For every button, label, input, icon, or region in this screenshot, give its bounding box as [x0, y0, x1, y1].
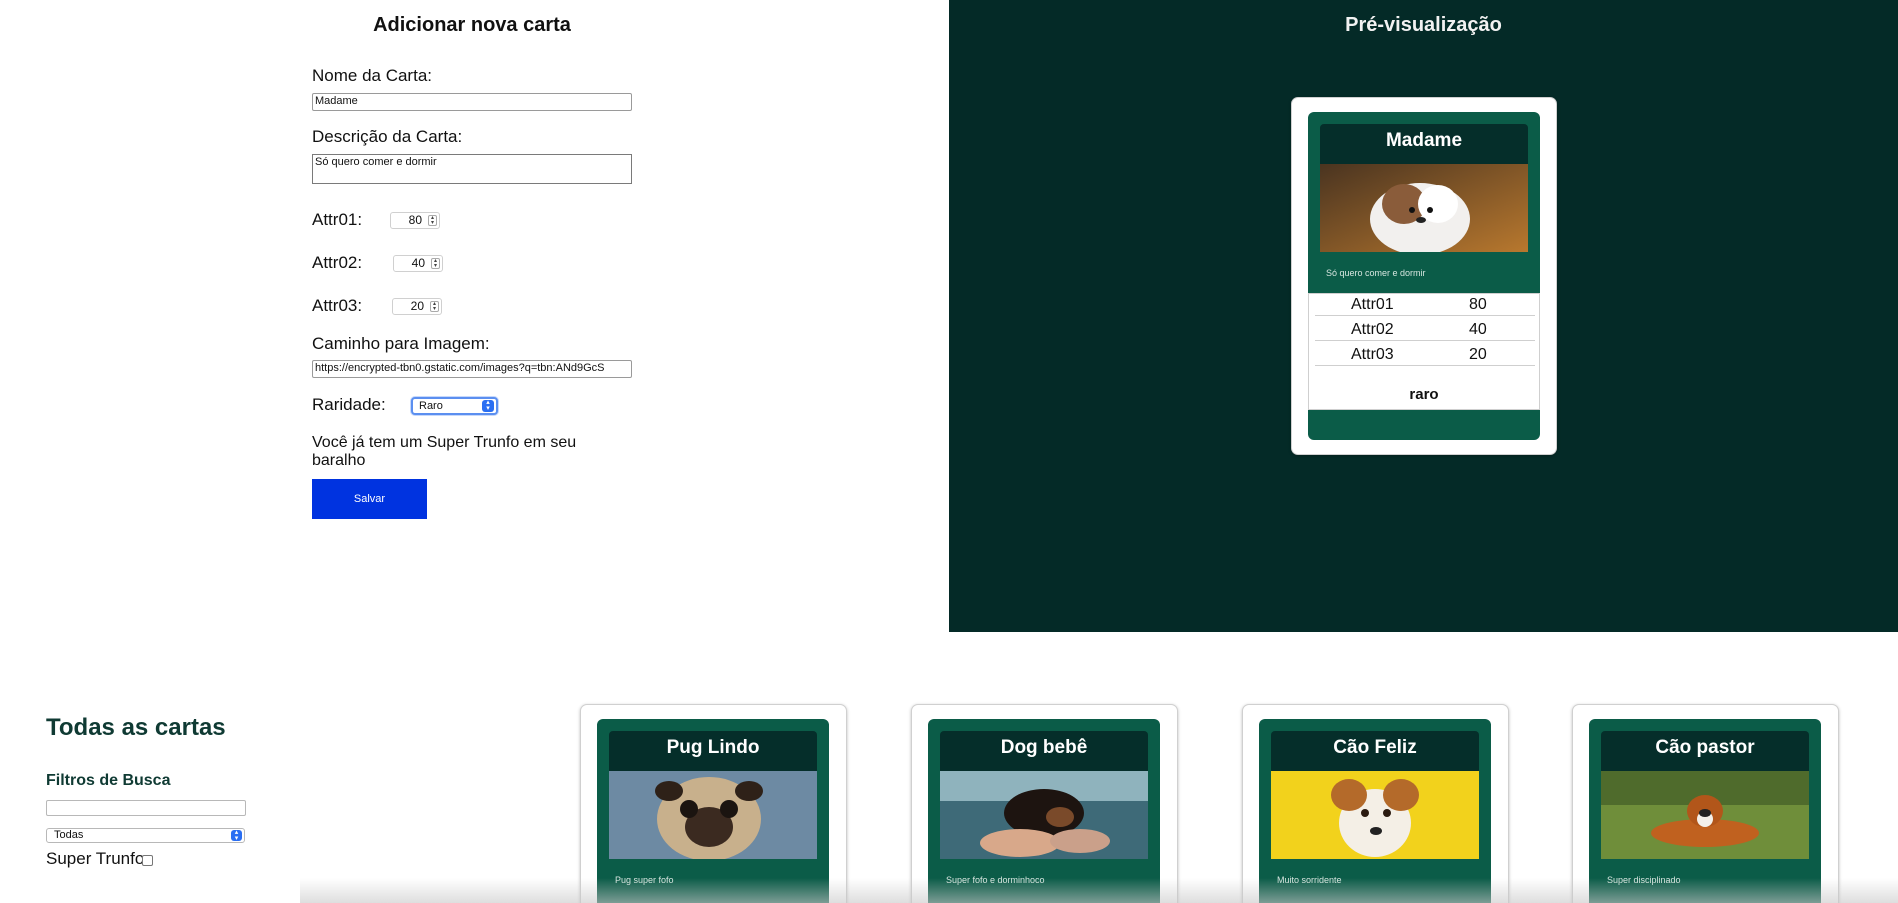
dog-photo	[1320, 164, 1528, 252]
happy-dog-photo	[1271, 771, 1479, 859]
chevron-updown-icon: ▴ ▾	[482, 399, 494, 412]
puppy-photo	[940, 771, 1148, 859]
chevron-updown-icon: ▴ ▾	[231, 829, 242, 842]
card-name-input[interactable]: Madame	[312, 93, 632, 111]
card-name-label: Nome da Carta:	[312, 66, 432, 85]
preview-title: Pré-visualização	[1345, 14, 1502, 36]
preview-card-body: Madame Só quero comer e dormir Attr01 80…	[1308, 112, 1540, 440]
stepper-icon[interactable]: ▴ ▾	[431, 258, 440, 269]
bottom-shadow	[300, 878, 1898, 903]
filters-title: Filtros de Busca	[46, 772, 171, 789]
pug-photo	[609, 771, 817, 859]
image-path-input[interactable]: https://encrypted-tbn0.gstatic.com/image…	[312, 360, 632, 378]
attr-row: Attr01 80	[1315, 294, 1535, 316]
card-description-textarea[interactable]: Só quero comer e dormir	[312, 154, 632, 184]
attr-value: 80	[1469, 296, 1487, 313]
card-image	[609, 771, 817, 859]
attr1-value: 80	[408, 213, 422, 227]
boxer-photo	[1601, 771, 1809, 859]
card-item: Cão Feliz Muito sorridente	[1242, 704, 1509, 903]
card-body: Cão Feliz Muito sorridente	[1259, 719, 1491, 903]
card-description-label: Descrição da Carta:	[312, 127, 463, 146]
preview-card-name: Madame	[1320, 124, 1528, 164]
preview-card-image	[1320, 164, 1528, 252]
card-name: Cão Feliz	[1271, 731, 1479, 771]
card-image	[1601, 771, 1809, 859]
preview-card-description: Só quero comer e dormir	[1326, 268, 1426, 278]
image-path-label: Caminho para Imagem:	[312, 334, 490, 353]
card-image	[940, 771, 1148, 859]
trunfo-filter-label: Super Trunfo	[46, 849, 145, 868]
card-name: Pug Lindo	[609, 731, 817, 771]
trunfo-message: Você já tem um Super Trunfo em seu baral…	[312, 434, 577, 469]
attr-name: Attr02	[1351, 321, 1394, 338]
trunfo-filter-checkbox[interactable]	[142, 855, 153, 866]
stepper-icon[interactable]: ▴ ▾	[428, 215, 437, 226]
attr1-input[interactable]: 80 ▴ ▾	[390, 212, 440, 229]
rarity-select-value: Raro	[419, 400, 443, 412]
card-item: Dog bebê Super fofo e dorminhoco	[911, 704, 1178, 903]
attr2-value: 40	[411, 256, 425, 270]
attr3-label: Attr03:	[312, 296, 363, 315]
preview-panel: Pré-visualização Madame Só quero comer e…	[949, 0, 1898, 632]
rarity-label: Raridade:	[312, 395, 386, 414]
card-body: Dog bebê Super fofo e dorminhoco	[928, 719, 1160, 903]
rarity-select[interactable]: Raro ▴ ▾	[411, 397, 498, 415]
card-image	[1271, 771, 1479, 859]
preview-card: Madame Só quero comer e dormir Attr01 80…	[1291, 97, 1557, 455]
preview-card-rarity: raro	[1409, 386, 1439, 403]
all-cards-title: Todas as cartas	[46, 714, 226, 741]
rarity-filter-value: Todas	[54, 829, 84, 841]
card-body: Pug Lindo Pug super fofo	[597, 719, 829, 903]
attr3-value: 20	[410, 299, 424, 313]
card-body: Cão pastor Super disciplinado	[1589, 719, 1821, 903]
attr2-input[interactable]: 40 ▴ ▾	[393, 255, 443, 272]
card-name: Cão pastor	[1601, 731, 1809, 771]
card-item: Cão pastor Super disciplinado	[1572, 704, 1839, 903]
card-name: Dog bebê	[940, 731, 1148, 771]
attr-row: Attr02 40	[1315, 319, 1535, 341]
attr3-input[interactable]: 20 ▴ ▾	[392, 298, 442, 315]
attr-value: 40	[1469, 321, 1487, 338]
attr-value: 20	[1469, 346, 1487, 363]
save-button[interactable]: Salvar	[312, 479, 427, 519]
name-filter-input[interactable]	[46, 800, 246, 816]
attr1-label: Attr01:	[312, 210, 363, 229]
card-form: Adicionar nova carta Nome da Carta: Mada…	[0, 0, 949, 632]
rarity-filter-select[interactable]: Todas ▴ ▾	[46, 828, 245, 843]
attr-name: Attr01	[1351, 296, 1394, 313]
preview-card-attributes: Attr01 80 Attr02 40 Attr03 20 raro	[1308, 293, 1540, 410]
form-title: Adicionar nova carta	[373, 14, 571, 36]
attr2-label: Attr02:	[312, 253, 363, 272]
card-item: Pug Lindo Pug super fofo	[580, 704, 847, 903]
attr-row: Attr03 20	[1315, 344, 1535, 366]
attr-name: Attr03	[1351, 346, 1394, 363]
stepper-icon[interactable]: ▴ ▾	[430, 301, 439, 312]
